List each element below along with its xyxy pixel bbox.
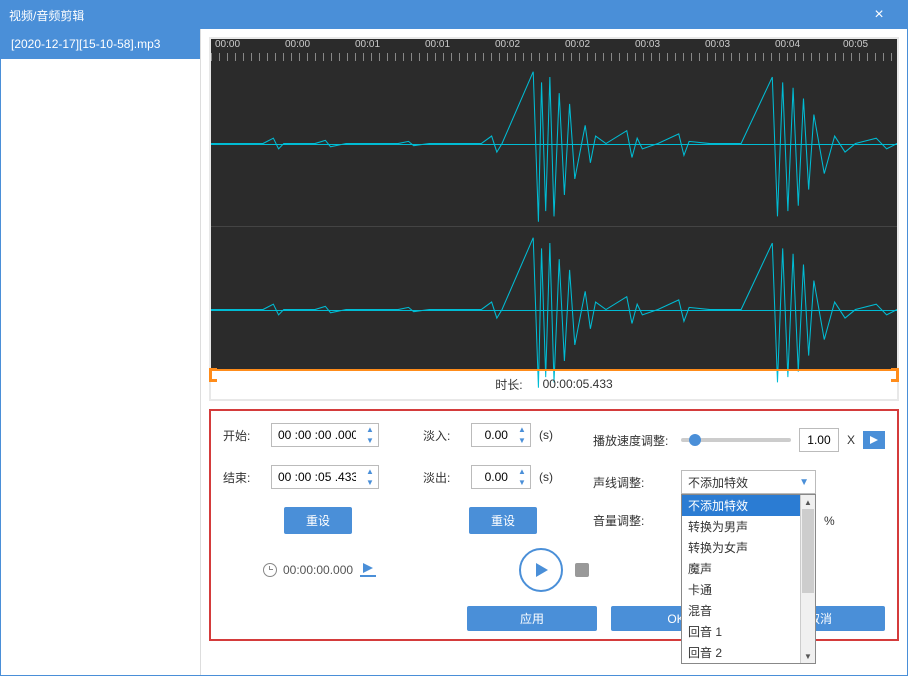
waveform-channel-right [211, 227, 897, 392]
controls-panel: 开始: ▲▼ 结束: ▲▼ [209, 409, 899, 641]
dropdown-scrollbar[interactable]: ▲ ▼ [800, 495, 815, 663]
start-time-field[interactable] [272, 428, 362, 442]
close-icon[interactable]: × [859, 6, 899, 24]
spin-up-icon[interactable]: ▲ [362, 424, 378, 435]
volume-unit: % [824, 514, 835, 528]
tick: 00:04 [775, 39, 800, 50]
range-end-handle[interactable] [891, 368, 899, 382]
voice-option[interactable]: 转换为女声 [682, 537, 800, 558]
spin-down-icon[interactable]: ▼ [514, 435, 530, 446]
waveform-panel: 00:00 00:00 00:01 00:01 00:02 00:02 00:0… [209, 37, 899, 401]
duration-row: 时长: 00:00:05.433 [211, 369, 897, 399]
apply-button[interactable]: 应用 [467, 606, 597, 631]
speed-unit: X [847, 433, 855, 447]
stop-button[interactable] [575, 563, 589, 577]
fadein-input[interactable]: ▲▼ [471, 423, 531, 447]
reset-time-button[interactable]: 重设 [284, 507, 352, 534]
waveform-channel-left [211, 61, 897, 227]
tick: 00:01 [425, 39, 450, 50]
speed-field[interactable] [800, 433, 838, 447]
tick: 00:00 [285, 39, 310, 50]
preview-speed-button[interactable] [863, 431, 885, 449]
fadein-label: 淡入: [423, 427, 463, 444]
sidebar-item-file[interactable]: [2020-12-17][15-10-58].mp3 [1, 29, 200, 59]
speed-slider[interactable] [681, 438, 791, 442]
end-time-input[interactable]: ▲▼ [271, 465, 379, 489]
voice-option[interactable]: 回音 2 [682, 642, 800, 663]
voice-dropdown-list: 不添加特效 转换为男声 转换为女声 魔声 卡通 混音 回音 1 回音 2 [681, 494, 816, 664]
end-time-field[interactable] [272, 470, 362, 484]
spin-up-icon[interactable]: ▲ [514, 466, 530, 477]
duration-value: 00:00:05.433 [543, 377, 613, 391]
spin-up-icon[interactable]: ▲ [362, 466, 378, 477]
speed-label: 播放速度调整: [593, 432, 673, 449]
voice-option[interactable]: 混音 [682, 600, 800, 621]
speed-input[interactable] [799, 428, 839, 452]
fadeout-label: 淡出: [423, 469, 463, 486]
fadeout-field[interactable] [472, 470, 514, 484]
voice-option[interactable]: 卡通 [682, 579, 800, 600]
play-button[interactable] [519, 548, 563, 592]
export-icon[interactable] [359, 561, 377, 579]
tick: 00:02 [495, 39, 520, 50]
start-label: 开始: [223, 427, 263, 444]
file-sidebar: [2020-12-17][15-10-58].mp3 [1, 29, 201, 675]
window-title: 视频/音频剪辑 [9, 7, 84, 24]
tick: 00:02 [565, 39, 590, 50]
voice-option[interactable]: 魔声 [682, 558, 800, 579]
spin-down-icon[interactable]: ▼ [362, 477, 378, 488]
tick: 00:01 [355, 39, 380, 50]
clock-icon [263, 563, 277, 577]
start-time-input[interactable]: ▲▼ [271, 423, 379, 447]
voice-dropdown[interactable]: 不添加特效 ▼ 不添加特效 转换为男声 转换为女声 魔声 [681, 470, 816, 494]
voice-option[interactable]: 回音 1 [682, 621, 800, 642]
tick: 00:03 [705, 39, 730, 50]
waveform-display[interactable] [211, 61, 897, 369]
voice-option[interactable]: 不添加特效 [682, 495, 800, 516]
tick: 00:03 [635, 39, 660, 50]
scroll-thumb[interactable] [802, 509, 814, 593]
voice-label: 声线调整: [593, 474, 673, 491]
spin-down-icon[interactable]: ▼ [362, 435, 378, 446]
reset-fade-button[interactable]: 重设 [469, 507, 537, 534]
unit-seconds: (s) [539, 470, 553, 484]
scroll-up-icon[interactable]: ▲ [804, 495, 812, 509]
fadein-field[interactable] [472, 428, 514, 442]
slider-thumb[interactable] [689, 434, 701, 446]
fadeout-input[interactable]: ▲▼ [471, 465, 531, 489]
range-start-handle[interactable] [209, 368, 217, 382]
tick: 00:05 [843, 39, 868, 50]
unit-seconds: (s) [539, 428, 553, 442]
titlebar: 视频/音频剪辑 × [1, 1, 907, 29]
voice-selected: 不添加特效 [688, 474, 748, 491]
end-label: 结束: [223, 469, 263, 486]
timeline-ruler[interactable]: 00:00 00:00 00:01 00:01 00:02 00:02 00:0… [211, 39, 897, 61]
volume-label: 音量调整: [593, 512, 673, 529]
spin-up-icon[interactable]: ▲ [514, 424, 530, 435]
scroll-down-icon[interactable]: ▼ [804, 649, 812, 663]
spin-down-icon[interactable]: ▼ [514, 477, 530, 488]
tick: 00:00 [215, 39, 240, 50]
playback-time: 00:00:00.000 [283, 563, 353, 577]
voice-option[interactable]: 转换为男声 [682, 516, 800, 537]
duration-label: 时长: [495, 376, 522, 393]
chevron-down-icon: ▼ [799, 477, 809, 488]
